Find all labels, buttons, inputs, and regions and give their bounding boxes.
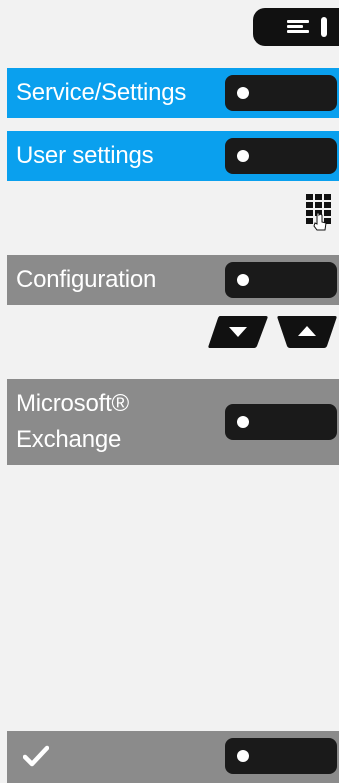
menu-row-confirm <box>7 731 339 783</box>
softkey-dot-icon <box>237 274 249 286</box>
microsoft-exchange-label: Microsoft® Exchange <box>16 390 130 453</box>
keypad-icon <box>306 194 331 231</box>
menu-row-user-settings: User settings <box>7 131 339 181</box>
checkmark-icon <box>23 745 49 767</box>
softkey-dot-icon <box>237 416 249 428</box>
service-settings-label: Service/Settings <box>16 79 187 106</box>
user-settings-softkey[interactable] <box>225 138 337 174</box>
menu-button[interactable] <box>253 8 339 46</box>
configuration-softkey[interactable] <box>225 262 337 298</box>
menu-icon <box>287 20 309 34</box>
menu-indicator <box>321 17 327 37</box>
menu-row-service-settings: Service/Settings <box>7 68 339 118</box>
microsoft-exchange-softkey[interactable] <box>225 404 337 440</box>
menu-row-configuration: Configuration <box>7 255 339 305</box>
confirm-softkey[interactable] <box>225 738 337 774</box>
service-settings-softkey[interactable] <box>225 75 337 111</box>
softkey-dot-icon <box>237 87 249 99</box>
configuration-label: Configuration <box>16 266 157 293</box>
user-settings-label: User settings <box>16 142 154 169</box>
arrow-down-icon[interactable] <box>208 315 268 349</box>
softkey-dot-icon <box>237 150 249 162</box>
menu-row-microsoft-exchange: Microsoft® Exchange <box>7 379 339 465</box>
arrow-up-icon[interactable] <box>277 315 337 349</box>
softkey-dot-icon <box>237 750 249 762</box>
